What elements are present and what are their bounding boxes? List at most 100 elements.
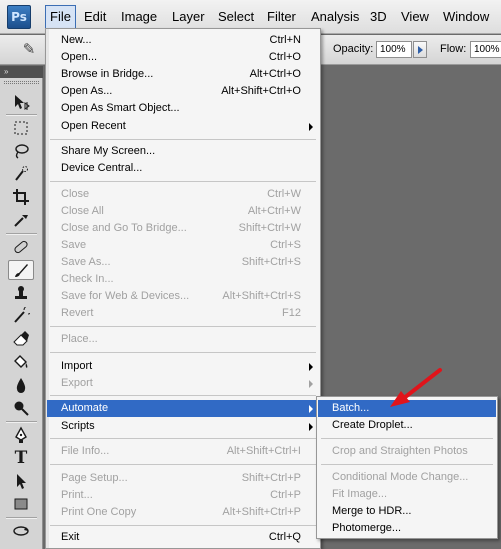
submenu-arrow-icon (309, 380, 313, 388)
menu-analysis[interactable]: Analysis (307, 5, 363, 29)
menu-item-shortcut: Shift+Ctrl+P (241, 472, 301, 484)
menu-item-merge-to-hdr[interactable]: Merge to HDR... (318, 503, 496, 520)
menu-edit[interactable]: Edit (80, 5, 110, 29)
menu-item-label: Print One Copy (61, 506, 137, 518)
menu-item-label: Photomerge... (332, 522, 402, 534)
menu-item-revert[interactable]: Revert F12 (47, 305, 319, 322)
menu-item-place[interactable]: Place... (47, 331, 319, 348)
menu-item-close-and-go-to-bridge[interactable]: Close and Go To Bridge... Shift+Ctrl+W (47, 220, 319, 237)
tool-divider (6, 233, 37, 235)
menu-item-shortcut: Alt+Shift+Ctrl+I (226, 445, 301, 457)
menu-item-file-info[interactable]: File Info... Alt+Shift+Ctrl+I (47, 443, 319, 460)
brush-tool-icon[interactable] (8, 260, 34, 280)
dodge-tool-icon[interactable] (8, 398, 34, 418)
menu-item-close-all[interactable]: Close All Alt+Ctrl+W (47, 203, 319, 220)
menu-separator (50, 139, 316, 140)
blur-tool-icon[interactable] (8, 375, 34, 395)
flow-label: Flow: (440, 43, 467, 55)
menu-item-page-setup[interactable]: Page Setup... Shift+Ctrl+P (47, 470, 319, 487)
menu-item-exit[interactable]: Exit Ctrl+Q (47, 529, 319, 546)
marquee-tool-icon[interactable] (8, 118, 34, 138)
menu-view[interactable]: View (397, 5, 433, 29)
tools-panel-collapse[interactable]: » (0, 66, 43, 78)
menu-item-shortcut: Ctrl+Q (268, 531, 301, 543)
3d-rotate-tool-icon[interactable] (8, 521, 34, 541)
menu-file[interactable]: File (45, 5, 76, 29)
menu-item-label: Export (61, 377, 93, 389)
menu-layer[interactable]: Layer (168, 5, 209, 29)
brush-preset-icon[interactable]: ✎ (18, 40, 40, 60)
menu-separator (50, 181, 316, 182)
menu-item-print[interactable]: Print... Ctrl+P (47, 487, 319, 504)
menu-3d[interactable]: 3D (366, 5, 391, 29)
history-brush-tool-icon[interactable] (8, 306, 34, 326)
type-tool-icon[interactable]: T (8, 448, 34, 468)
menu-item-close[interactable]: Close Ctrl+W (47, 186, 319, 203)
menu-image[interactable]: Image (117, 5, 161, 29)
menu-select[interactable]: Select (214, 5, 258, 29)
menu-item-automate[interactable]: Automate (47, 400, 319, 417)
menu-item-fit-image[interactable]: Fit Image... (318, 486, 496, 503)
menu-item-check-in[interactable]: Check In... (47, 271, 319, 288)
menu-item-share-my-screen[interactable]: Share My Screen... (47, 143, 319, 160)
menu-item-save[interactable]: Save Ctrl+S (47, 237, 319, 254)
menu-item-photomerge[interactable]: Photomerge... (318, 520, 496, 537)
menu-item-save-as[interactable]: Save As... Shift+Ctrl+S (47, 254, 319, 271)
menu-item-export[interactable]: Export (47, 375, 319, 392)
menu-item-shortcut: Alt+Ctrl+W (247, 205, 301, 217)
tool-divider (6, 517, 37, 519)
opacity-field[interactable]: 100% (376, 41, 412, 58)
menu-item-label: Merge to HDR... (332, 505, 412, 517)
menu-item-open-recent[interactable]: Open Recent (47, 118, 319, 135)
quick-selection-tool-icon[interactable] (8, 164, 34, 184)
submenu-arrow-icon (309, 423, 313, 431)
menu-item-label: Import (61, 360, 93, 372)
menu-item-label: Check In... (61, 273, 114, 285)
path-selection-tool-icon[interactable] (8, 471, 34, 491)
menu-item-scripts[interactable]: Scripts (47, 418, 319, 435)
tools-panel-grip[interactable] (4, 81, 39, 84)
menu-item-label: Place... (61, 333, 98, 345)
menu-item-new[interactable]: New... Ctrl+N (47, 32, 319, 49)
menu-item-shortcut: Alt+Shift+Ctrl+O (221, 85, 301, 97)
eraser-tool-icon[interactable] (8, 329, 34, 349)
menu-item-import[interactable]: Import (47, 358, 319, 375)
clone-stamp-tool-icon[interactable] (8, 283, 34, 303)
menu-item-label: Crop and Straighten Photos (332, 445, 468, 457)
tool-divider (6, 114, 37, 116)
menu-item-print-one-copy[interactable]: Print One Copy Alt+Shift+Ctrl+P (47, 504, 319, 521)
shape-tool-icon[interactable] (8, 494, 34, 514)
menu-item-shortcut: Alt+Ctrl+O (249, 68, 301, 80)
healing-brush-tool-icon[interactable] (8, 237, 34, 257)
menu-item-label: Close and Go To Bridge... (61, 222, 187, 234)
menu-item-label: Save (61, 239, 87, 251)
flow-field[interactable]: 100% (470, 41, 501, 58)
menu-item-open[interactable]: Open... Ctrl+O (47, 49, 319, 66)
crop-tool-icon[interactable] (8, 187, 34, 207)
menu-item-shortcut: Alt+Shift+Ctrl+P (222, 506, 301, 518)
menu-item-browse-in-bridge[interactable]: Browse in Bridge... Alt+Ctrl+O (47, 66, 319, 83)
tool-divider (6, 421, 37, 423)
menu-item-open-as-smart-object[interactable]: Open As Smart Object... (47, 100, 319, 117)
menu-filter[interactable]: Filter (263, 5, 300, 29)
menu-item-crop-and-straighten[interactable]: Crop and Straighten Photos (318, 443, 496, 460)
menu-item-shortcut: Alt+Shift+Ctrl+S (222, 290, 301, 302)
menu-separator (50, 438, 316, 439)
move-tool-icon[interactable] (8, 92, 34, 112)
eyedropper-tool-icon[interactable] (8, 210, 34, 230)
opacity-slider-button[interactable] (413, 41, 427, 58)
menu-item-label: Device Central... (61, 162, 143, 174)
menu-item-label: Save for Web & Devices... (61, 290, 190, 302)
menu-item-shortcut: Shift+Ctrl+S (241, 256, 301, 268)
pen-tool-icon[interactable] (8, 425, 34, 445)
menu-item-conditional-mode-change[interactable]: Conditional Mode Change... (318, 469, 496, 486)
menu-item-label: Browse in Bridge... (61, 68, 154, 80)
menu-item-save-for-web[interactable]: Save for Web & Devices... Alt+Shift+Ctrl+… (47, 288, 319, 305)
menu-item-label: Open As Smart Object... (61, 102, 180, 114)
menu-item-device-central[interactable]: Device Central... (47, 160, 319, 177)
paint-bucket-tool-icon[interactable] (8, 352, 34, 372)
menu-item-open-as[interactable]: Open As... Alt+Shift+Ctrl+O (47, 83, 319, 100)
lasso-tool-icon[interactable] (8, 141, 34, 161)
menu-item-label: Scripts (61, 420, 95, 432)
menu-window[interactable]: Window (439, 5, 493, 29)
